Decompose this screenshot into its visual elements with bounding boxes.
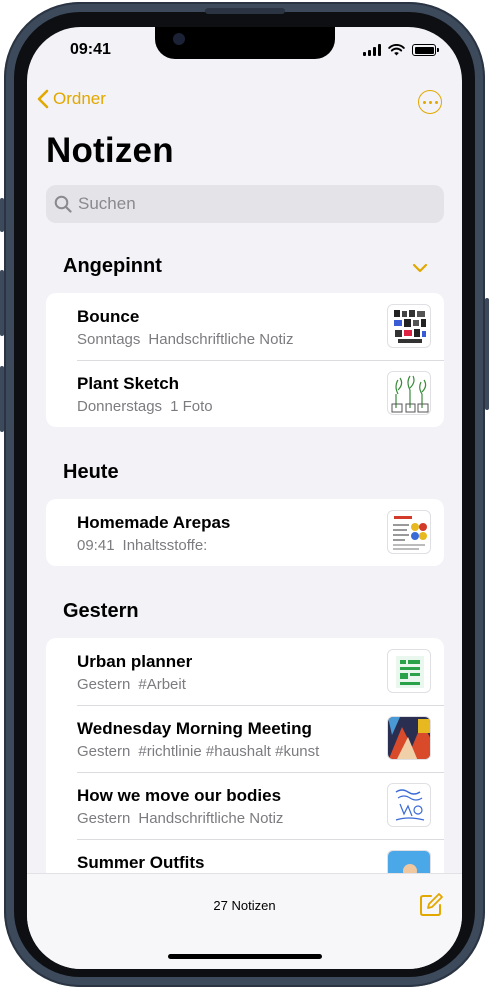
notes-count: 27 Notizen	[213, 898, 276, 913]
note-subtitle: Gestern Handschriftliche Notiz	[77, 810, 283, 827]
battery-icon	[412, 44, 439, 56]
note-title: Bounce	[77, 307, 140, 326]
note-title: Summer Outfits	[77, 853, 205, 872]
search-icon	[54, 195, 72, 213]
chevron-down-icon[interactable]	[412, 263, 428, 273]
back-label: Ordner	[53, 89, 106, 108]
cellular-signal-icon	[363, 44, 381, 56]
page-title: Notizen	[46, 131, 174, 170]
today-notes-list: Homemade Arepas 09:41 Inhaltsstoffe:	[46, 499, 444, 566]
volume-up-button	[0, 270, 4, 336]
note-thumbnail	[387, 510, 431, 554]
notch	[155, 27, 335, 59]
note-row[interactable]: Bounce Sonntags Handschriftliche Notiz	[46, 293, 444, 360]
note-title: How we move our bodies	[77, 786, 282, 805]
note-preview: #richtlinie #haushalt #kunst	[138, 743, 320, 760]
note-preview: Handschriftliche Notiz	[148, 331, 294, 348]
note-row[interactable]: Plant Sketch Donnerstags 1 Foto	[46, 360, 444, 427]
power-button	[485, 298, 489, 410]
note-subtitle: Gestern #richtlinie #haushalt #kunst	[77, 743, 319, 760]
note-date: Donnerstags	[77, 398, 163, 415]
section-header-today: Heute	[63, 461, 119, 483]
note-subtitle: 09:41 Inhaltsstoffe:	[77, 537, 207, 554]
status-time: 09:41	[70, 41, 111, 58]
front-camera	[173, 33, 185, 45]
note-date: Gestern	[77, 743, 131, 760]
note-subtitle: Sonntags Handschriftliche Notiz	[77, 331, 293, 348]
section-header-pinned: Angepinnt	[63, 255, 162, 277]
note-preview: 1 Foto	[170, 398, 213, 415]
note-thumbnail	[387, 304, 431, 348]
note-thumbnail	[387, 716, 431, 760]
note-thumbnail	[387, 783, 431, 827]
bottom-toolbar: 27 Notizen	[27, 873, 462, 969]
note-preview: Inhaltsstoffe:	[122, 537, 208, 554]
note-thumbnail	[387, 371, 431, 415]
more-options-button[interactable]	[418, 90, 442, 114]
pinned-notes-list: Bounce Sonntags Handschriftliche Notiz Pl…	[46, 293, 444, 427]
note-row[interactable]: How we move our bodies Gestern Handschrif…	[46, 772, 444, 839]
search-field[interactable]: Suchen	[46, 185, 444, 223]
note-preview: #Arbeit	[138, 676, 186, 693]
volume-down-button	[0, 366, 4, 432]
search-placeholder: Suchen	[78, 194, 136, 213]
note-date: Gestern	[77, 676, 131, 693]
note-date: 09:41	[77, 537, 115, 554]
yesterday-notes-list: Urban planner Gestern #Arbeit Wednesday M…	[46, 638, 444, 898]
section-header-yesterday: Gestern	[63, 600, 139, 622]
note-date: Sonntags	[77, 331, 141, 348]
wifi-icon	[388, 44, 405, 56]
note-title: Plant Sketch	[77, 374, 180, 393]
mute-switch	[0, 198, 4, 232]
status-icons	[363, 44, 439, 56]
note-date: Gestern	[77, 810, 131, 827]
note-title: Wednesday Morning Meeting	[77, 719, 312, 738]
note-subtitle: Gestern #Arbeit	[77, 676, 186, 693]
note-thumbnail	[387, 649, 431, 693]
note-row[interactable]: Wednesday Morning Meeting Gestern #richtl…	[46, 705, 444, 772]
chevron-left-icon	[37, 89, 49, 109]
home-indicator	[168, 954, 322, 959]
compose-icon[interactable]	[418, 892, 444, 918]
note-row[interactable]: Homemade Arepas 09:41 Inhaltsstoffe:	[46, 499, 444, 566]
note-title: Homemade Arepas	[77, 513, 231, 532]
speaker-grill	[205, 8, 285, 14]
note-preview: Handschriftliche Notiz	[138, 810, 284, 827]
note-title: Urban planner	[77, 652, 193, 671]
screen: 09:41 Ordner Notizen Suchen Angepinnt Bo…	[27, 27, 462, 969]
note-row[interactable]: Urban planner Gestern #Arbeit	[46, 638, 444, 705]
note-subtitle: Donnerstags 1 Foto	[77, 398, 213, 415]
back-button[interactable]: Ordner	[37, 89, 106, 109]
